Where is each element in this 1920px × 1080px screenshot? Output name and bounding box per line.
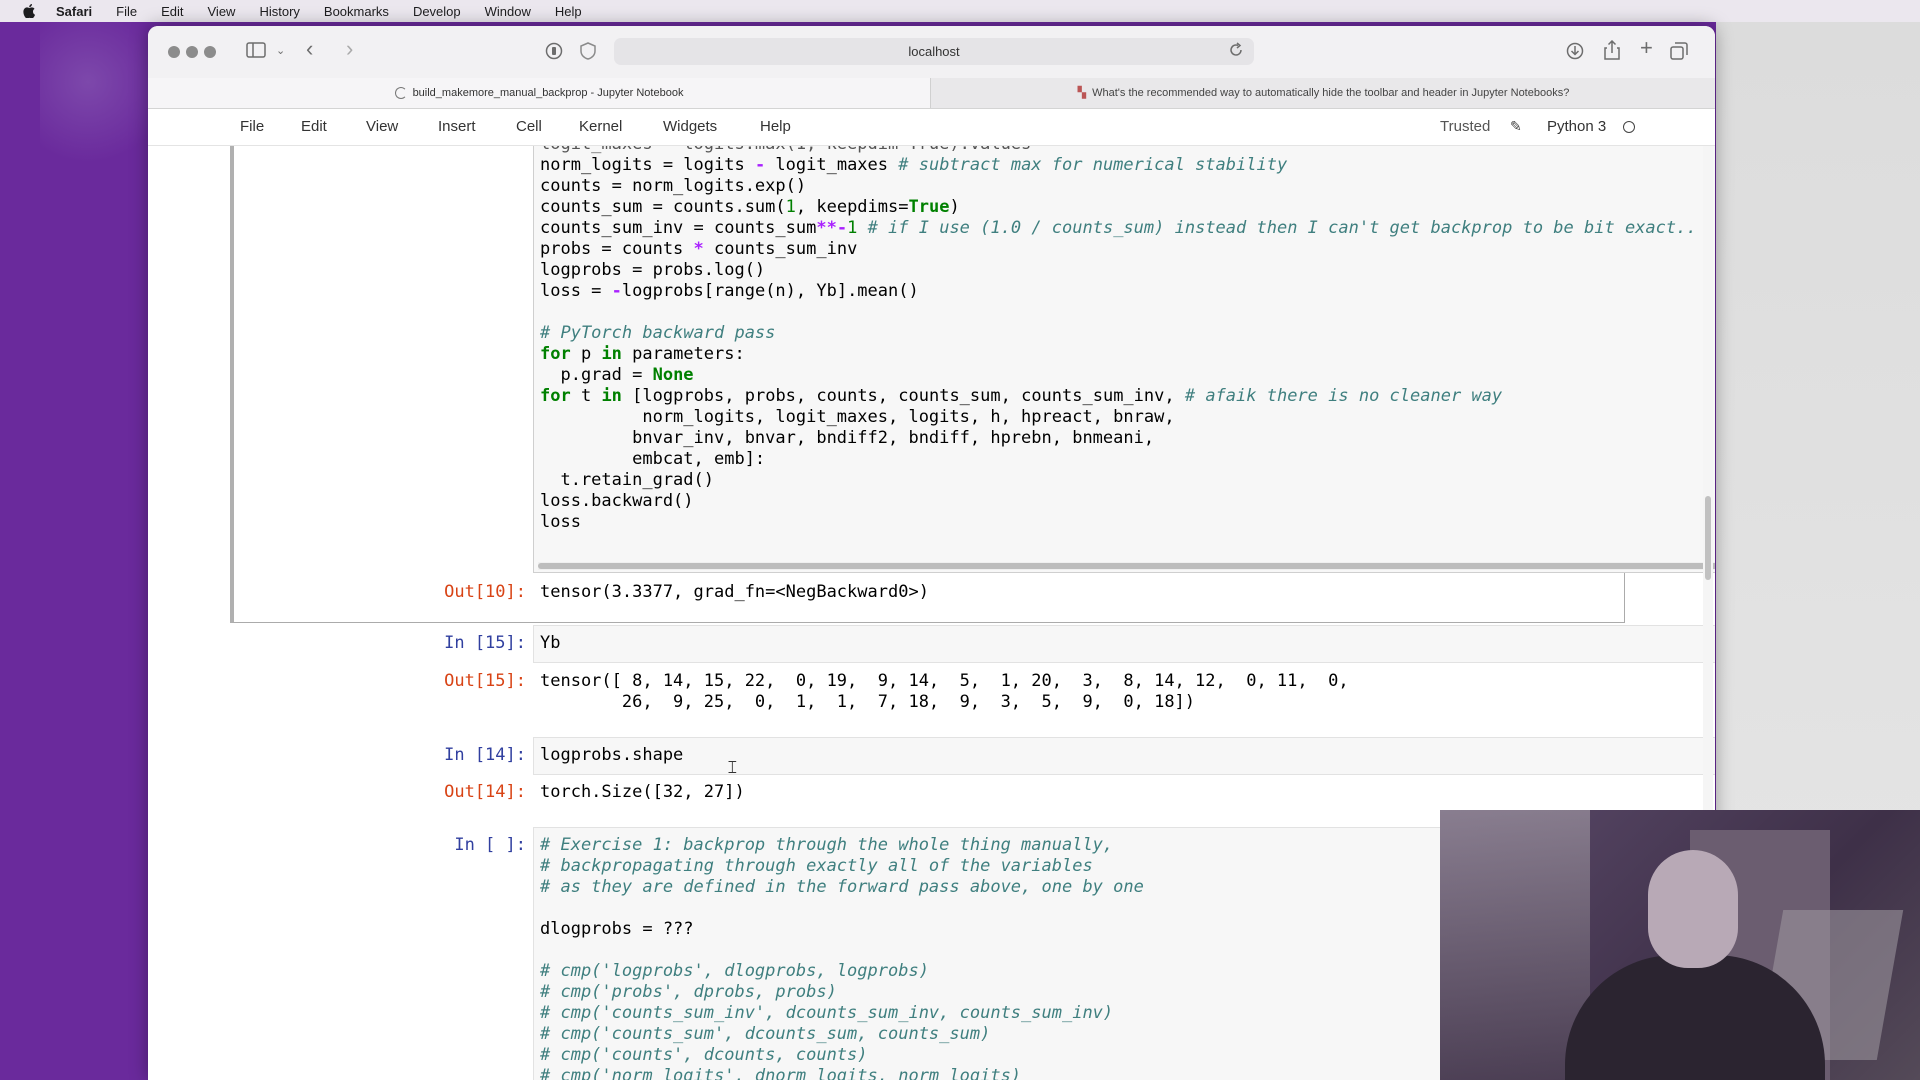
output-prompt: Out[15]:	[444, 671, 526, 691]
tab-favicon-icon: ▚	[1077, 87, 1087, 99]
pencil-icon[interactable]: ✎	[1510, 118, 1522, 135]
code-line: norm_logits, logit_maxes, logits, h, hpr…	[540, 407, 1175, 427]
tab-stackoverflow[interactable]: ▚ What's the recommended way to automatic…	[930, 78, 1715, 108]
horizontal-scrollbar[interactable]	[538, 562, 1715, 570]
jupyter-menu-kernel[interactable]: Kernel	[579, 118, 622, 135]
input-prompt: In [15]:	[444, 633, 526, 653]
input-prompt: In [14]:	[444, 745, 526, 765]
back-icon[interactable]: ‹	[306, 38, 313, 60]
code-line: loss = -logprobs[range(n), Yb].mean()	[540, 281, 919, 301]
menu-bookmarks[interactable]: Bookmarks	[324, 4, 389, 19]
menu-edit[interactable]: Edit	[161, 4, 183, 19]
code-line: counts = norm_logits.exp()	[540, 176, 807, 196]
output-prompt: Out[14]:	[444, 782, 526, 802]
code-line: dlogprobs = ???	[540, 919, 694, 939]
menu-help[interactable]: Help	[555, 4, 582, 19]
code-line: # cmp('counts_sum', dcounts_sum, counts_…	[540, 1024, 991, 1044]
code-line: for t in [logprobs, probs, counts, count…	[540, 386, 1503, 406]
shield-icon[interactable]	[580, 42, 596, 65]
code-line: # cmp('probs', dprobs, probs)	[540, 982, 837, 1002]
code-line: counts_sum_inv = counts_sum**-1 # if I u…	[540, 218, 1697, 238]
code-line-partial: logit_maxes = logits.max(1, keepdim=True…	[540, 146, 1031, 155]
tab-bar: build_makemore_manual_backprop - Jupyter…	[148, 78, 1715, 109]
macos-menu-bar: Safari File Edit View History Bookmarks …	[0, 0, 1920, 22]
menu-file[interactable]: File	[116, 4, 137, 19]
tab-overview-icon[interactable]	[1670, 42, 1688, 65]
code-cell-input[interactable]	[533, 737, 1715, 775]
url-text[interactable]: localhost	[908, 44, 959, 59]
jupyter-menu-cell[interactable]: Cell	[516, 118, 542, 135]
trusted-indicator[interactable]: Trusted	[1440, 118, 1490, 135]
jupyter-menu-widgets[interactable]: Widgets	[663, 118, 717, 135]
code-line: loss	[540, 512, 581, 532]
webcam-overlay	[1440, 810, 1920, 1080]
menu-safari[interactable]: Safari	[56, 4, 92, 19]
kernel-name[interactable]: Python 3	[1547, 118, 1606, 135]
jupyter-menu-help[interactable]: Help	[760, 118, 791, 135]
tab-title: What's the recommended way to automatica…	[1092, 87, 1570, 99]
tab-title: build_makemore_manual_backprop - Jupyter…	[412, 87, 684, 99]
jupyter-menu-insert[interactable]: Insert	[438, 118, 476, 135]
text-cursor-icon: 𝙸	[726, 757, 739, 777]
code-line: # PyTorch backward pass	[540, 323, 776, 343]
apple-logo-icon[interactable]	[20, 4, 38, 18]
code-line: loss.backward()	[540, 491, 694, 511]
code-line: bnvar_inv, bnvar, bndiff2, bndiff, hpreb…	[540, 428, 1155, 448]
code-line: embcat, emb]:	[540, 449, 766, 469]
code-line: # cmp('logprobs', dlogprobs, logprobs)	[540, 961, 929, 981]
code-line: counts_sum = counts.sum(1, keepdims=True…	[540, 197, 960, 217]
minimize-window-button[interactable]	[186, 46, 198, 58]
jupyter-menu-edit[interactable]: Edit	[301, 118, 327, 135]
safari-toolbar: ⌄ ‹ › localhost +	[148, 26, 1715, 79]
menu-develop[interactable]: Develop	[413, 4, 461, 19]
code-line: # cmp('counts', dcounts, counts)	[540, 1045, 868, 1065]
code-line: # backpropagating through exactly all of…	[540, 856, 1093, 876]
kernel-status-icon	[1623, 121, 1635, 133]
jupyter-menu-bar: File Edit View Insert Cell Kernel Widget…	[148, 109, 1715, 146]
loading-spinner-icon	[394, 87, 407, 100]
cell-output: tensor([ 8, 14, 15, 22, 0, 19, 9, 14, 5,…	[540, 671, 1349, 691]
menu-history[interactable]: History	[259, 4, 299, 19]
address-bar[interactable]: localhost	[614, 38, 1254, 65]
jupyter-menu-view[interactable]: View	[366, 118, 398, 135]
code-line: # cmp('norm_logits', dnorm_logits, norm_…	[540, 1066, 1022, 1080]
code-line: for p in parameters:	[540, 344, 745, 364]
new-tab-icon[interactable]: +	[1640, 37, 1653, 59]
chevron-down-icon[interactable]: ⌄	[276, 42, 285, 60]
cell-output: tensor(3.3377, grad_fn=<NegBackward0>)	[540, 582, 929, 602]
menu-window[interactable]: Window	[485, 4, 531, 19]
desktop-wallpaper-detail	[40, 22, 160, 172]
jupyter-menu-file[interactable]: File	[240, 118, 264, 135]
reload-icon[interactable]	[1228, 42, 1244, 63]
vertical-scrollbar-thumb[interactable]	[1705, 496, 1711, 580]
zoom-window-button[interactable]	[204, 46, 216, 58]
person-head	[1648, 850, 1738, 968]
sidebar-toggle-icon[interactable]	[246, 42, 266, 63]
code-line: logprobs = probs.log()	[540, 260, 766, 280]
code-line: Yb	[540, 633, 561, 653]
code-line: p.grad = None	[540, 365, 694, 385]
share-icon[interactable]	[1604, 39, 1620, 65]
close-window-button[interactable]	[168, 46, 180, 58]
horizontal-scrollbar-thumb[interactable]	[538, 563, 1715, 569]
privacy-report-icon[interactable]	[545, 42, 563, 65]
code-line: # cmp('counts_sum_inv', dcounts_sum_inv,…	[540, 1003, 1114, 1023]
output-prompt: Out[10]:	[444, 582, 526, 602]
code-line: logprobs.shape	[540, 745, 684, 765]
code-line: norm_logits = logits - logit_maxes # sub…	[540, 155, 1288, 175]
input-prompt: In [ ]:	[454, 835, 526, 855]
code-line: # Exercise 1: backprop through the whole…	[540, 835, 1114, 855]
forward-icon[interactable]: ›	[346, 38, 353, 60]
code-line: probs = counts * counts_sum_inv	[540, 239, 858, 259]
downloads-icon[interactable]	[1566, 42, 1584, 65]
cell-output: 26, 9, 25, 0, 1, 1, 7, 18, 9, 3, 5, 9, 0…	[540, 692, 1196, 712]
code-cell-input[interactable]	[533, 625, 1715, 663]
cell-output: torch.Size([32, 27])	[540, 782, 745, 802]
tab-jupyter-notebook[interactable]: build_makemore_manual_backprop - Jupyter…	[148, 78, 930, 108]
menu-view[interactable]: View	[208, 4, 236, 19]
code-line: # as they are defined in the forward pas…	[540, 877, 1144, 897]
code-line: t.retain_grad()	[540, 470, 714, 490]
